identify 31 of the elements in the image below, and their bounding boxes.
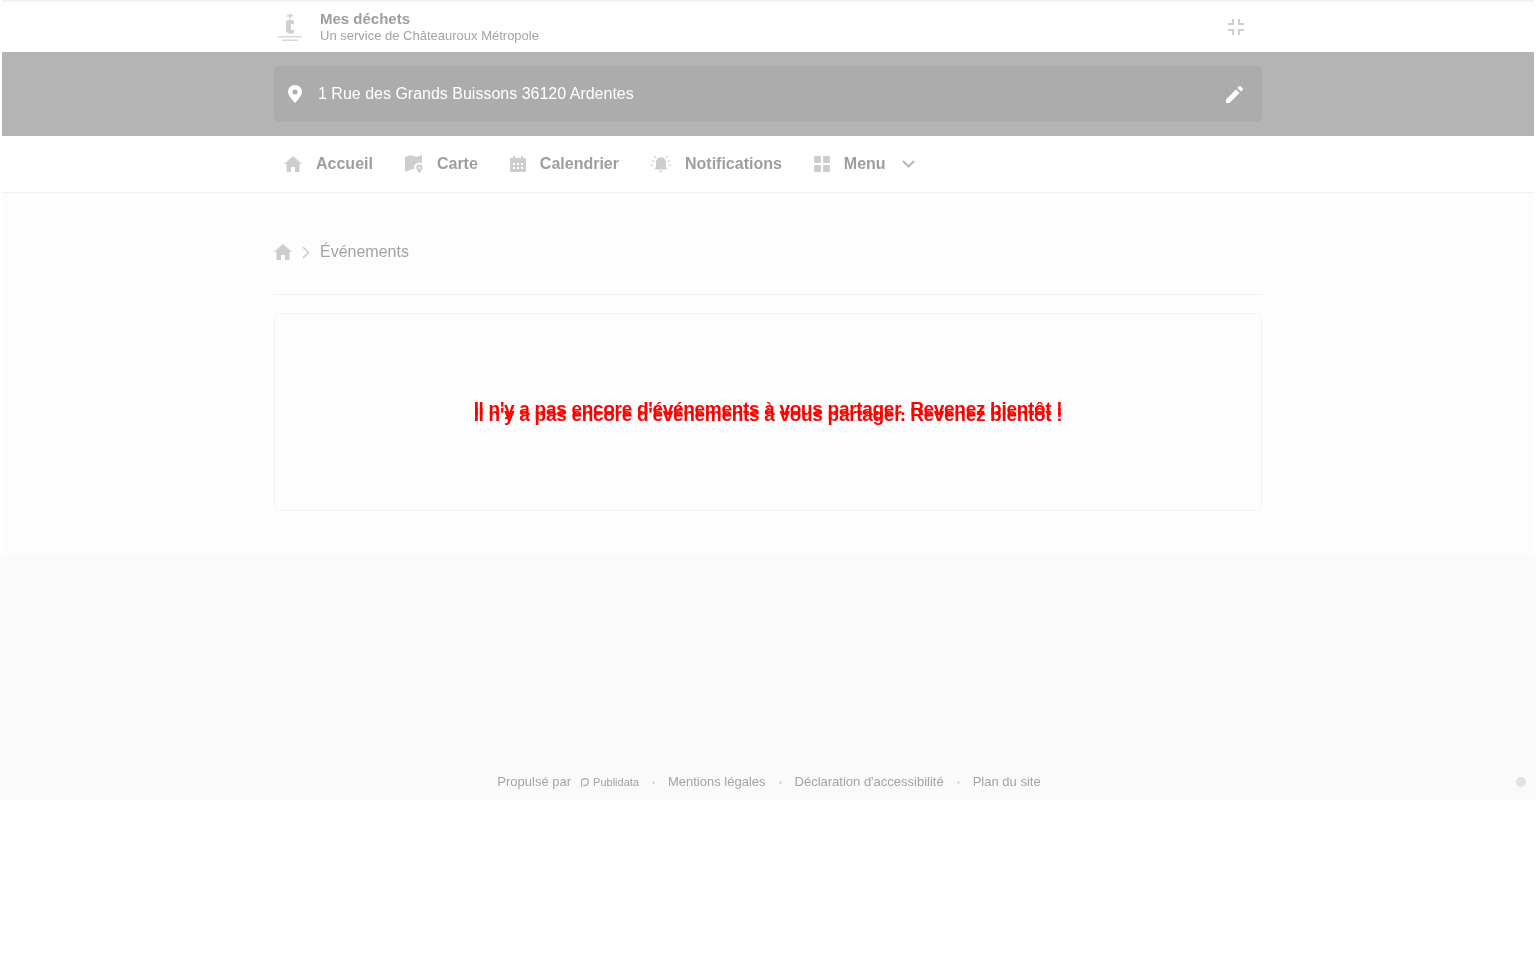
nav-link[interactable]: Carte <box>404 152 478 176</box>
collapse-button[interactable] <box>1226 17 1246 37</box>
menu-dropdown[interactable]: Menu <box>813 152 915 176</box>
empty-message: Il n'y a pas encore d'événements à vous partager. Revenez bientôt ! <box>473 396 1063 421</box>
breadcrumb-current: Événements <box>320 241 409 262</box>
map-icon <box>404 155 423 173</box>
chevron-down-icon <box>901 160 915 168</box>
calendar-icon <box>509 156 526 172</box>
bell-icon <box>650 155 671 173</box>
powered-by-text: Propulsé par <box>497 773 572 792</box>
nav-link[interactable]: Calendrier <box>509 152 619 176</box>
status-dot-icon <box>1516 777 1526 787</box>
home-icon <box>284 156 302 172</box>
nav-link[interactable]: Accueil <box>284 152 373 176</box>
chevron-right-icon <box>302 245 310 259</box>
footer-link[interactable]: Mentions légales <box>667 772 766 792</box>
collapse-icon <box>1228 19 1244 35</box>
nav-link[interactable]: Notifications <box>650 152 782 176</box>
home-icon <box>274 244 292 260</box>
site-subtitle: Un service de Châteauroux Métropole <box>320 27 539 44</box>
grid-icon <box>813 156 830 172</box>
map-pin-icon <box>288 85 302 103</box>
home-link[interactable] <box>274 244 292 260</box>
brand-logo-icon <box>581 777 590 787</box>
address-text: 1 Rue des Grands Buissons 36120 Ardentes <box>318 84 635 104</box>
publidata-link[interactable]: Publidata <box>581 773 639 791</box>
site-title: Mes déchets <box>320 10 412 27</box>
address-field[interactable]: 1 Rue des Grands Buissons 36120 Ardentes <box>274 66 1262 122</box>
footer-link[interactable]: Plan du site <box>972 772 1041 792</box>
pencil-icon <box>1225 85 1243 103</box>
footer-link[interactable]: Déclaration d'accessibilité <box>794 772 944 792</box>
